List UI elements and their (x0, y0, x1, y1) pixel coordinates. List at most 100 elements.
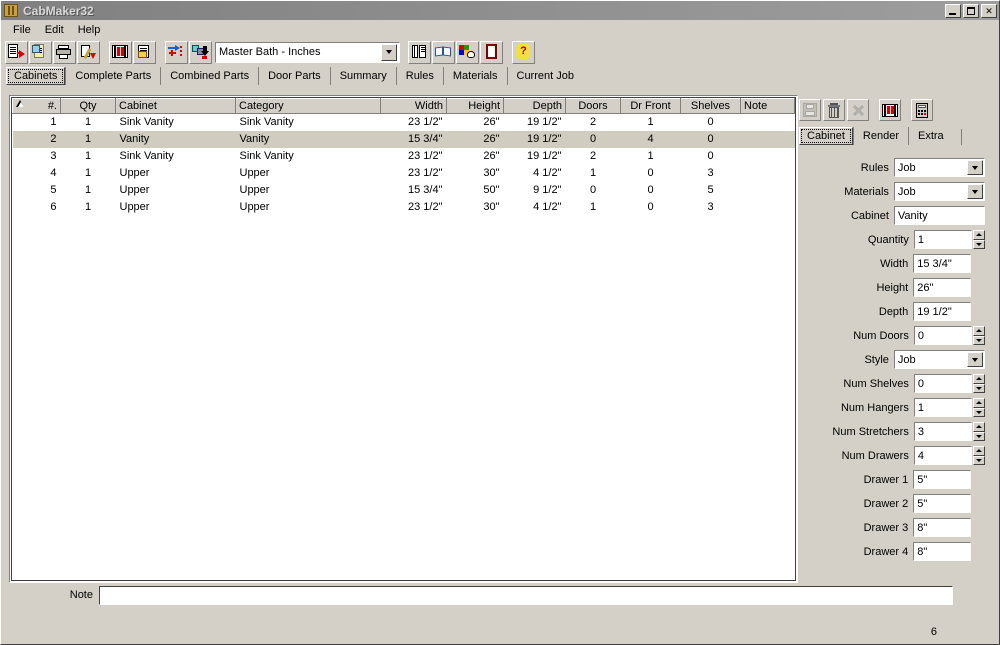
edit-list-icon[interactable] (133, 40, 156, 64)
field-combo[interactable]: Job (893, 182, 985, 201)
field-input[interactable]: 5" (913, 494, 971, 513)
tab-rules[interactable]: Rules (395, 67, 443, 85)
books-icon[interactable] (408, 40, 431, 64)
export-icon[interactable] (5, 40, 28, 64)
table-cell-doors: 2 (589, 150, 597, 162)
edit-document-icon[interactable] (29, 40, 52, 64)
chevron-down-icon[interactable] (967, 352, 983, 367)
field-input[interactable]: 0 (913, 326, 972, 345)
table-row[interactable]: 3 1 Sink Vanity Sink Vanity 23 1/2" 26" 19 1/2… (13, 148, 795, 165)
field-input[interactable]: 8" (913, 542, 971, 561)
cabinet-list-icon[interactable] (109, 40, 132, 64)
menu-item-edit[interactable]: Edit (39, 22, 72, 38)
stepper-down-icon[interactable] (972, 383, 985, 393)
grid-column-header[interactable]: Shelves (680, 98, 741, 114)
stepper-up-icon[interactable] (972, 374, 985, 384)
cancel-icon[interactable] (847, 99, 869, 121)
stepper-up-icon[interactable] (972, 446, 985, 456)
stepper-down-icon[interactable] (972, 407, 985, 417)
field-input[interactable]: Vanity (893, 206, 985, 225)
quantity-stepper[interactable] (972, 422, 985, 441)
render-icon[interactable] (879, 99, 901, 121)
door-icon[interactable] (480, 40, 503, 64)
stepper-down-icon[interactable] (972, 239, 985, 249)
maximize-button[interactable] (963, 3, 979, 18)
field-input[interactable]: 15 3/4" (913, 254, 971, 273)
palette-icon[interactable] (456, 40, 479, 64)
tab-door-parts[interactable]: Door Parts (258, 67, 330, 85)
detail-tab-render[interactable]: Render (852, 127, 908, 145)
detail-tab-extra[interactable]: Extra (908, 127, 953, 145)
field-label: Drawer 1 (863, 473, 909, 486)
copy-down-icon[interactable] (189, 40, 212, 64)
minimize-button[interactable] (945, 3, 961, 18)
grid-column-header[interactable]: Category (235, 98, 381, 114)
chevron-down-icon[interactable] (967, 160, 983, 175)
tab-complete-parts[interactable]: Complete Parts (65, 67, 160, 85)
tab-cabinets[interactable]: Cabinets (6, 67, 66, 85)
field-input[interactable]: 1 (913, 230, 972, 249)
field-input[interactable]: 3 (913, 422, 972, 441)
field-input[interactable]: 4 (913, 446, 972, 465)
grid-column-header[interactable]: Cabinet (115, 98, 236, 114)
tab-summary[interactable]: Summary (329, 67, 396, 85)
field-combo[interactable]: Job (893, 158, 985, 177)
field-input[interactable]: 8" (913, 518, 971, 537)
quantity-stepper[interactable] (972, 326, 985, 345)
grid-column-header[interactable]: Doors (565, 98, 621, 114)
stepper-up-icon[interactable] (972, 326, 985, 336)
field-input[interactable]: 19 1/2" (913, 302, 971, 321)
tab-current-job[interactable]: Current Job (506, 67, 583, 85)
close-button[interactable]: ✕ (981, 3, 997, 18)
chevron-down-icon[interactable] (381, 43, 397, 61)
table-row[interactable]: 5 1 Upper Upper 15 3/4" 50" 9 1/2" 0 0 5 (13, 182, 795, 199)
table-cell-doors: 1 (589, 201, 597, 213)
field-row: Depth 19 1/2" (799, 302, 995, 321)
quantity-stepper[interactable] (972, 398, 985, 417)
field-input[interactable]: 1 (913, 398, 972, 417)
stepper-down-icon[interactable] (972, 335, 985, 345)
detail-tab-filler (960, 129, 995, 145)
menu-item-help[interactable]: Help (72, 22, 109, 38)
detail-tab-cabinet[interactable]: Cabinet (799, 127, 853, 145)
field-combo[interactable]: Job (893, 350, 985, 369)
table-row[interactable]: 4 1 Upper Upper 23 1/2" 30" 4 1/2" 1 0 3 (13, 165, 795, 182)
tools-icon[interactable] (77, 40, 100, 64)
note-input[interactable] (99, 585, 953, 605)
help-icon[interactable]: ? (512, 40, 535, 64)
stepper-up-icon[interactable] (972, 398, 985, 408)
field-row: Num Drawers 4 (799, 446, 995, 465)
chevron-down-icon[interactable] (967, 184, 983, 199)
cabinet-grid[interactable]: #. Qty Cabinet Category Width Height Depth Door… (9, 95, 798, 583)
add-item-icon[interactable] (165, 40, 188, 64)
tab-materials[interactable]: Materials (442, 67, 507, 85)
grid-column-header[interactable]: Depth (503, 98, 566, 114)
stepper-down-icon[interactable] (972, 455, 985, 465)
field-input[interactable]: 5" (913, 470, 971, 489)
table-row[interactable]: 6 1 Upper Upper 23 1/2" 30" 4 1/2" 1 0 3 (13, 199, 795, 216)
quantity-stepper[interactable] (972, 230, 985, 249)
field-input[interactable]: 26" (913, 278, 971, 297)
grid-column-header[interactable]: Width (380, 98, 447, 114)
grid-column-header[interactable]: Note (740, 98, 795, 114)
tab-combined-parts[interactable]: Combined Parts (160, 67, 258, 85)
stepper-up-icon[interactable] (972, 422, 985, 432)
job-combo[interactable]: Master Bath - Inches (215, 41, 400, 63)
save-icon[interactable] (799, 99, 821, 121)
field-input[interactable]: 0 (913, 374, 972, 393)
grid-column-header[interactable]: #. (12, 98, 61, 114)
book-icon[interactable] (432, 40, 455, 64)
print-icon[interactable] (53, 40, 76, 64)
grid-column-header[interactable]: Dr Front (620, 98, 681, 114)
delete-icon[interactable] (823, 99, 845, 121)
calculator-icon[interactable] (911, 99, 933, 121)
quantity-stepper[interactable] (972, 446, 985, 465)
quantity-stepper[interactable] (972, 374, 985, 393)
grid-column-header[interactable]: Qty (60, 98, 116, 114)
table-row[interactable]: 2 1 Vanity Vanity 15 3/4" 26" 19 1/2" 0 4 0 (12, 130, 795, 148)
grid-column-header[interactable]: Height (446, 98, 504, 114)
table-row[interactable]: 1 1 Sink Vanity Sink Vanity 23 1/2" 26" 19 1/2… (13, 114, 795, 131)
stepper-up-icon[interactable] (972, 230, 985, 240)
menu-item-file[interactable]: File (7, 22, 39, 38)
stepper-down-icon[interactable] (972, 431, 985, 441)
